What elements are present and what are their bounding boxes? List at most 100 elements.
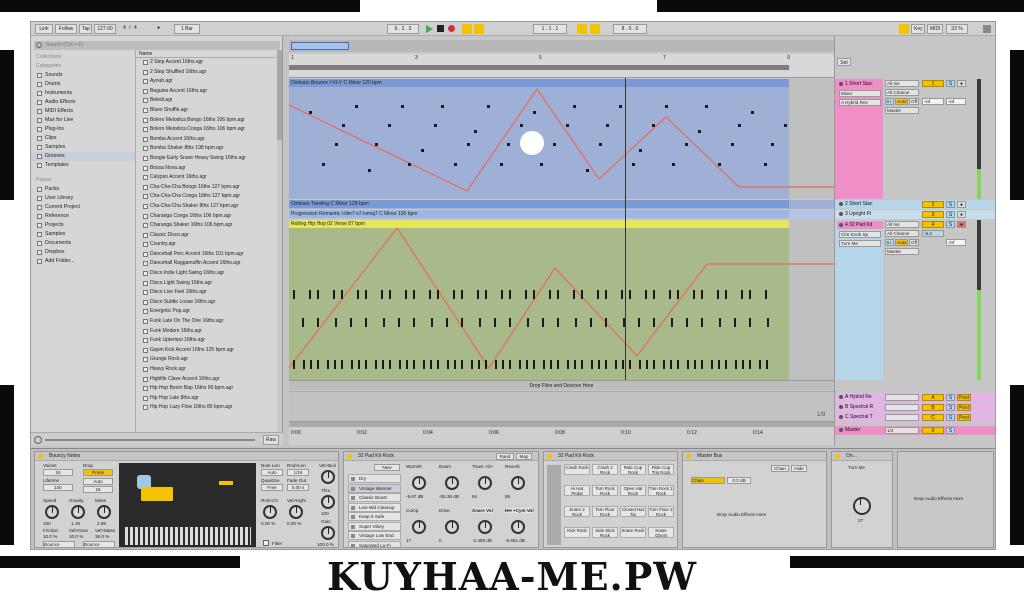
- vel-hght-knob[interactable]: [289, 505, 303, 519]
- drum-note[interactable]: [669, 290, 671, 299]
- drum-note[interactable]: [293, 360, 295, 369]
- chain-toggle[interactable]: Chain: [771, 465, 789, 472]
- solo-button[interactable]: S: [946, 427, 955, 434]
- drum-note[interactable]: [423, 360, 425, 369]
- drum-note[interactable]: [605, 290, 607, 299]
- track-name[interactable]: 4 32 Pad Kit: [837, 221, 883, 229]
- midi-note[interactable]: [540, 163, 543, 166]
- drum-pad[interactable]: Open Hat Rock: [620, 485, 646, 496]
- file-row[interactable]: Disco Light Swing 16ths.agr: [136, 279, 279, 289]
- file-row[interactable]: Cha-Cha-Cha Bongo 16ths 127 bpm.agr: [136, 183, 279, 193]
- return-send[interactable]: [885, 394, 919, 401]
- track-lane-2[interactable]: Ostinato Twisting C Minor 128 bpm: [289, 200, 834, 209]
- file-row[interactable]: Highlife Clave Accent 16ths.agr: [136, 375, 279, 385]
- file-list-scrollbar[interactable]: [277, 50, 282, 432]
- auto-button[interactable]: Auto: [83, 478, 113, 485]
- channel-select[interactable]: All Channe: [885, 89, 919, 96]
- bounce-display[interactable]: [119, 463, 256, 547]
- drum-note[interactable]: [413, 290, 415, 299]
- drum-note[interactable]: [629, 360, 631, 369]
- midi-note[interactable]: [771, 143, 774, 146]
- thru-knob[interactable]: [321, 495, 335, 509]
- drum-note[interactable]: [734, 318, 736, 327]
- midi-note[interactable]: [368, 169, 371, 172]
- file-row[interactable]: Bossa Nova.agr: [136, 164, 279, 174]
- drum-note[interactable]: [765, 290, 767, 299]
- new-preset-button[interactable]: New: [374, 464, 400, 471]
- chain-volume[interactable]: 0.0 dB: [727, 477, 751, 484]
- drum-pad[interactable]: Crash 2 Rock: [592, 464, 618, 475]
- drum-note[interactable]: [519, 360, 521, 369]
- file-row[interactable]: Dancehall Raggamuffin Accent 16ths.agr: [136, 259, 279, 269]
- drum-note[interactable]: [687, 360, 689, 369]
- follow-button[interactable]: Follow: [55, 24, 77, 34]
- midi-note[interactable]: [487, 105, 490, 108]
- place-item[interactable]: User Library: [31, 194, 135, 203]
- solo-button[interactable]: S: [946, 80, 955, 87]
- drum-note[interactable]: [479, 318, 481, 327]
- drum-note[interactable]: [575, 318, 577, 327]
- automation-envelope[interactable]: [289, 87, 834, 199]
- automation-envelope[interactable]: [289, 228, 834, 380]
- drum-note[interactable]: [693, 290, 695, 299]
- preset-item[interactable]: Dry: [348, 474, 401, 483]
- loop-start-field[interactable]: 1 . 1 . 1: [533, 24, 567, 34]
- drum-note[interactable]: [398, 318, 400, 327]
- drum-note[interactable]: [581, 360, 583, 369]
- fade-out-field[interactable]: 0.00 s: [287, 484, 309, 491]
- midi-note[interactable]: [401, 105, 404, 108]
- file-row[interactable]: 2 Step Shuffled 16ths.agr: [136, 68, 279, 78]
- file-row[interactable]: Disco Live Feel 16ths.agr: [136, 288, 279, 298]
- file-row[interactable]: Calypso Accent 16ths.agr: [136, 173, 279, 183]
- draw-mode-icon[interactable]: [590, 24, 600, 34]
- drum-note[interactable]: [302, 318, 304, 327]
- clip-header[interactable]: Ostinato Twisting C Minor 128 bpm: [289, 200, 789, 208]
- record-icon[interactable]: [448, 25, 455, 32]
- drum-pad[interactable]: Ride Cup Rock: [620, 464, 646, 475]
- drum-note[interactable]: [341, 290, 343, 299]
- velgrav-value[interactable]: 10.0 %: [69, 534, 83, 539]
- drum-note[interactable]: [741, 290, 743, 299]
- file-row[interactable]: Classic Disco.agr: [136, 231, 279, 241]
- arm-select[interactable]: Mixer: [839, 90, 881, 97]
- file-row[interactable]: Beguine Accent 16ths.agr: [136, 87, 279, 97]
- output-select[interactable]: Master: [885, 107, 919, 114]
- drum-note[interactable]: [389, 360, 391, 369]
- search-input[interactable]: Search (Ctrl + F): [34, 41, 280, 50]
- monitor-auto-button[interactable]: Auto: [895, 98, 908, 105]
- solo-button[interactable]: S: [946, 394, 955, 401]
- gain-knob[interactable]: [321, 526, 335, 540]
- drum-pad[interactable]: Ride Cup Trip Rock: [648, 464, 674, 475]
- midi-note[interactable]: [705, 105, 708, 108]
- drum-pad[interactable]: Crash Rock: [564, 464, 590, 475]
- macro-knob[interactable]: [412, 520, 426, 534]
- drum-note[interactable]: [509, 360, 511, 369]
- rand-button[interactable]: Rand: [496, 453, 514, 460]
- file-row[interactable]: Cha-Cha-Cha Conga 16ths 127 bpm.agr: [136, 192, 279, 202]
- drum-note[interactable]: [446, 318, 448, 327]
- pan-field[interactable]: -inf: [946, 98, 966, 105]
- midi-note[interactable]: [738, 124, 741, 127]
- drum-note[interactable]: [638, 318, 640, 327]
- drum-note[interactable]: [383, 318, 385, 327]
- rnd-len-field[interactable]: 1/16: [287, 469, 309, 476]
- drum-pad[interactable]: Tom Floor 2 Rock: [648, 506, 674, 517]
- drop-button[interactable]: Press: [83, 469, 113, 476]
- drum-note[interactable]: [621, 290, 623, 299]
- drum-note[interactable]: [573, 290, 575, 299]
- rnd-ctr-knob[interactable]: [263, 505, 277, 519]
- drum-note[interactable]: [430, 360, 432, 369]
- drum-note[interactable]: [293, 290, 295, 299]
- drum-note[interactable]: [525, 290, 527, 299]
- auto-field[interactable]: 16: [83, 486, 113, 493]
- post-button[interactable]: Post: [957, 394, 971, 401]
- master-cue[interactable]: 1/2: [885, 427, 919, 434]
- solo-button[interactable]: S: [946, 201, 955, 208]
- drum-note[interactable]: [437, 290, 439, 299]
- set-button[interactable]: Set: [837, 58, 851, 66]
- name-column-header[interactable]: Name: [136, 50, 279, 58]
- drum-note[interactable]: [629, 290, 631, 299]
- input-select[interactable]: All Ins: [885, 80, 919, 87]
- macro-knob[interactable]: [511, 520, 525, 534]
- key-map-button[interactable]: Key: [911, 24, 925, 34]
